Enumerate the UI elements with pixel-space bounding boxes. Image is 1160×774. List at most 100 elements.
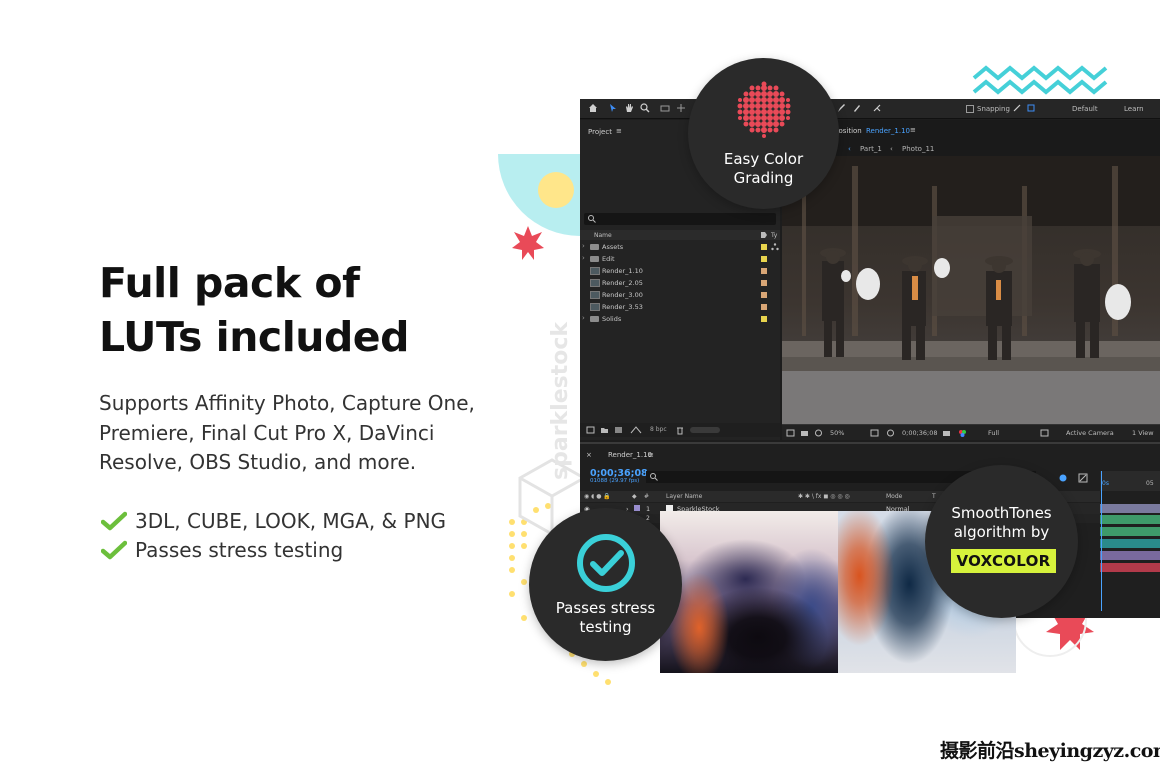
timeline-track-bar[interactable]: [1100, 539, 1160, 548]
project-item-render-2[interactable]: Render_2.05: [580, 277, 780, 289]
project-item-render-3[interactable]: Render_3.00: [580, 289, 780, 301]
snap-options-icon[interactable]: [1026, 103, 1036, 113]
time-ruler[interactable]: 0s 05: [1100, 471, 1160, 491]
snap-icon[interactable]: [1012, 103, 1022, 113]
project-footer: 8 bpc: [580, 423, 780, 437]
composition-icon: [590, 267, 600, 275]
composition-title-name[interactable]: Render_1.10: [866, 127, 910, 135]
layer-label-swatch[interactable]: [634, 505, 640, 511]
snapping-label: Snapping: [977, 105, 1010, 113]
interpret-footage-icon[interactable]: [586, 426, 595, 434]
search-icon: [650, 473, 658, 481]
label-color-swatch[interactable]: [761, 244, 767, 250]
timeline-track-bar[interactable]: [1100, 504, 1160, 513]
mask-icon[interactable]: [814, 429, 823, 437]
timeline-track-bar[interactable]: [1100, 515, 1160, 524]
label-color-swatch[interactable]: [761, 316, 767, 322]
zoom-tool-icon[interactable]: [640, 103, 650, 113]
coral-star-left: [512, 226, 544, 260]
new-composition-icon[interactable]: [614, 426, 623, 434]
check-icon: [101, 540, 127, 559]
active-camera-select[interactable]: Active Camera: [1066, 429, 1114, 437]
mode-column[interactable]: Mode: [886, 493, 902, 500]
panel-menu-icon[interactable]: ≡: [910, 126, 916, 134]
timeline-tab[interactable]: Render_1.10: [608, 451, 652, 459]
easy-color-grading-text: Easy Color Grading: [688, 150, 839, 188]
expand-arrow-icon[interactable]: ›: [582, 314, 585, 322]
panel-menu-icon[interactable]: ≡: [648, 451, 654, 459]
timeline-track-bar[interactable]: [1100, 527, 1160, 536]
bit-depth-label[interactable]: 8 bpc: [650, 426, 667, 433]
camera-icon[interactable]: [942, 429, 951, 437]
camera-tool-icon[interactable]: [660, 103, 670, 113]
project-item-assets[interactable]: › Assets: [580, 241, 780, 253]
pen-tool-icon[interactable]: [836, 103, 846, 113]
label-color-swatch[interactable]: [761, 304, 767, 310]
new-folder-icon[interactable]: [600, 426, 609, 434]
trash-icon[interactable]: [676, 426, 684, 435]
anchor-tool-icon[interactable]: [676, 103, 686, 113]
color-channel-icon[interactable]: [958, 429, 967, 437]
composition-viewer-image[interactable]: [782, 156, 1160, 424]
project-item-edit[interactable]: › Edit: [580, 253, 780, 265]
project-search-input[interactable]: [584, 213, 776, 225]
selection-tool-icon[interactable]: [608, 103, 618, 113]
passes-stress-testing-text: Passes stress testing: [529, 599, 682, 637]
label-column-icon: ◆: [632, 493, 637, 500]
label-color-swatch[interactable]: [761, 256, 767, 262]
zoom-level[interactable]: 50%: [830, 429, 844, 437]
breadcrumb-sep: ‹: [890, 145, 893, 153]
graph-editor-icon[interactable]: [1078, 473, 1088, 483]
editor-toolbar: Snapping Default Learn: [580, 99, 1160, 119]
timeline-track-bar[interactable]: [1100, 563, 1160, 572]
brush-tool-icon[interactable]: [852, 103, 862, 113]
timeline-track-bar[interactable]: [1100, 551, 1160, 560]
snapshot-icon[interactable]: [800, 429, 809, 437]
workspace-learn[interactable]: Learn: [1124, 105, 1144, 113]
feature-label-formats: 3DL, CUBE, LOOK, MGA, & PNG: [135, 508, 447, 533]
label-color-swatch[interactable]: [761, 268, 767, 274]
workspace-default[interactable]: Default: [1072, 105, 1098, 113]
trkmat-column[interactable]: T: [932, 493, 936, 500]
region-icon[interactable]: [786, 429, 795, 437]
breadcrumb-part[interactable]: Part_1: [860, 145, 882, 153]
number-column: #: [644, 493, 650, 500]
feature-item-formats: 3DL, CUBE, LOOK, MGA, & PNG: [101, 506, 446, 535]
sparklestock-vertical-watermark: sparklestock: [548, 321, 573, 480]
breadcrumb-photo[interactable]: Photo_11: [902, 145, 934, 153]
fit-icon[interactable]: [870, 429, 879, 437]
column-name-header[interactable]: Name: [594, 232, 612, 239]
project-item-solids[interactable]: › Solids: [580, 313, 780, 325]
project-column-header: Name Ty: [580, 230, 780, 240]
snapping-checkbox[interactable]: [966, 105, 974, 113]
passes-stress-testing-badge: Passes stress testing: [529, 508, 682, 661]
project-item-render-1[interactable]: Render_1.10: [580, 265, 780, 277]
label-column-icon[interactable]: [760, 231, 768, 239]
label-color-swatch[interactable]: [761, 280, 767, 286]
expand-arrow-icon[interactable]: ›: [582, 242, 585, 250]
toggle-transparency-icon[interactable]: [1040, 429, 1049, 437]
motion-blur-icon[interactable]: [1058, 473, 1068, 483]
resolution-select[interactable]: Full: [988, 429, 999, 437]
project-scrollbar[interactable]: [690, 427, 720, 433]
breadcrumb-back[interactable]: ‹: [848, 145, 851, 153]
project-item-name: Render_3.00: [602, 291, 643, 299]
close-tab-icon[interactable]: ×: [586, 451, 592, 459]
puppet-tool-icon[interactable]: [872, 103, 882, 113]
hand-tool-icon[interactable]: [624, 103, 634, 113]
project-item-render-4[interactable]: Render_3.53: [580, 301, 780, 313]
panel-menu-icon[interactable]: ≡: [616, 127, 622, 135]
view-layout-select[interactable]: 1 View: [1132, 429, 1154, 437]
clock-icon[interactable]: [886, 429, 895, 437]
layer-name-column[interactable]: Layer Name: [666, 493, 702, 500]
expand-arrow-icon[interactable]: ›: [582, 254, 585, 262]
dependency-icon: [771, 243, 779, 251]
search-icon: [588, 215, 596, 223]
column-type-header[interactable]: Ty: [771, 232, 777, 239]
project-settings-icon[interactable]: [630, 426, 642, 434]
switches-column: ✱ ✱ \ fx ◼ ◎ ◎ ◎: [798, 493, 850, 500]
playhead[interactable]: [1101, 471, 1102, 611]
viewer-timecode[interactable]: 0;00;36;08: [902, 429, 938, 437]
home-icon[interactable]: [588, 103, 598, 113]
label-color-swatch[interactable]: [761, 292, 767, 298]
